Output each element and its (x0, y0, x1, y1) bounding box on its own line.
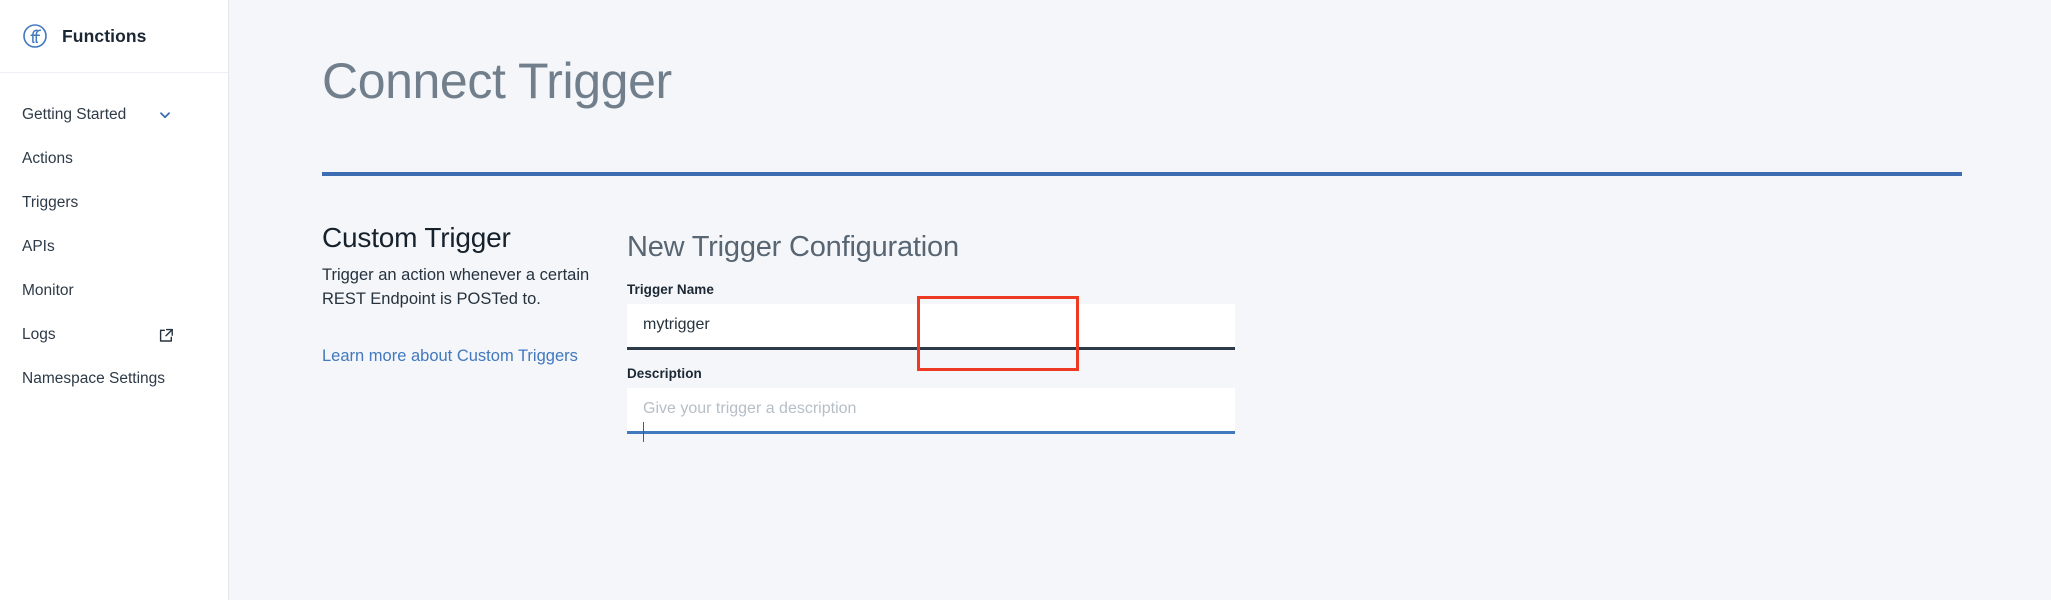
description-input[interactable] (627, 387, 1235, 434)
external-link-icon[interactable] (159, 328, 174, 343)
sidebar-item-getting-started[interactable]: Getting Started (0, 93, 228, 137)
custom-trigger-info: Custom Trigger Trigger an action wheneve… (322, 222, 632, 366)
sidebar-item-label: Logs (22, 326, 56, 343)
text-cursor (643, 422, 644, 442)
learn-more-link[interactable]: Learn more about Custom Triggers (322, 347, 578, 366)
trigger-name-label: Trigger Name (627, 281, 714, 297)
info-title: Custom Trigger (322, 222, 511, 253)
functions-logo-icon (23, 24, 47, 48)
sidebar-item-actions[interactable]: Actions (0, 137, 228, 181)
page-title: Connect Trigger (322, 53, 672, 109)
brand-title: Functions (62, 25, 147, 46)
trigger-name-input[interactable] (627, 303, 1235, 350)
sidebar-item-label: Getting Started (22, 106, 127, 123)
brand-header[interactable]: Functions (0, 0, 228, 73)
sidebar-item-logs[interactable]: Logs (0, 313, 228, 357)
chevron-down-icon[interactable] (158, 108, 172, 122)
sidebar-item-label: Namespace Settings (22, 370, 166, 387)
main-content: Connect Trigger Custom Trigger Trigger a… (229, 0, 2051, 600)
sidebar-item-label: Actions (22, 150, 73, 167)
sidebar-item-label: Triggers (22, 194, 79, 211)
sidebar-item-label: Monitor (22, 282, 74, 299)
trigger-configuration-form: New Trigger Configuration Trigger Name D… (627, 231, 1247, 450)
app-window: Functions Getting Started Actions Trigge… (0, 0, 2051, 600)
sidebar-item-apis[interactable]: APIs (0, 225, 228, 269)
sidebar: Functions Getting Started Actions Trigge… (0, 0, 229, 600)
form-title: New Trigger Configuration (627, 231, 959, 263)
trigger-name-field-group: Trigger Name (627, 282, 1235, 350)
sidebar-item-monitor[interactable]: Monitor (0, 269, 228, 313)
sidebar-item-triggers[interactable]: Triggers (0, 181, 228, 225)
description-field-group: Description (627, 366, 1235, 434)
description-label: Description (627, 365, 702, 381)
sidebar-item-namespace-settings[interactable]: Namespace Settings (0, 357, 228, 401)
info-description: Trigger an action whenever a certain RES… (322, 266, 590, 308)
sidebar-item-label: APIs (22, 238, 55, 255)
title-divider (322, 172, 1962, 176)
sidebar-nav: Getting Started Actions Triggers APIs Mo… (0, 73, 228, 401)
